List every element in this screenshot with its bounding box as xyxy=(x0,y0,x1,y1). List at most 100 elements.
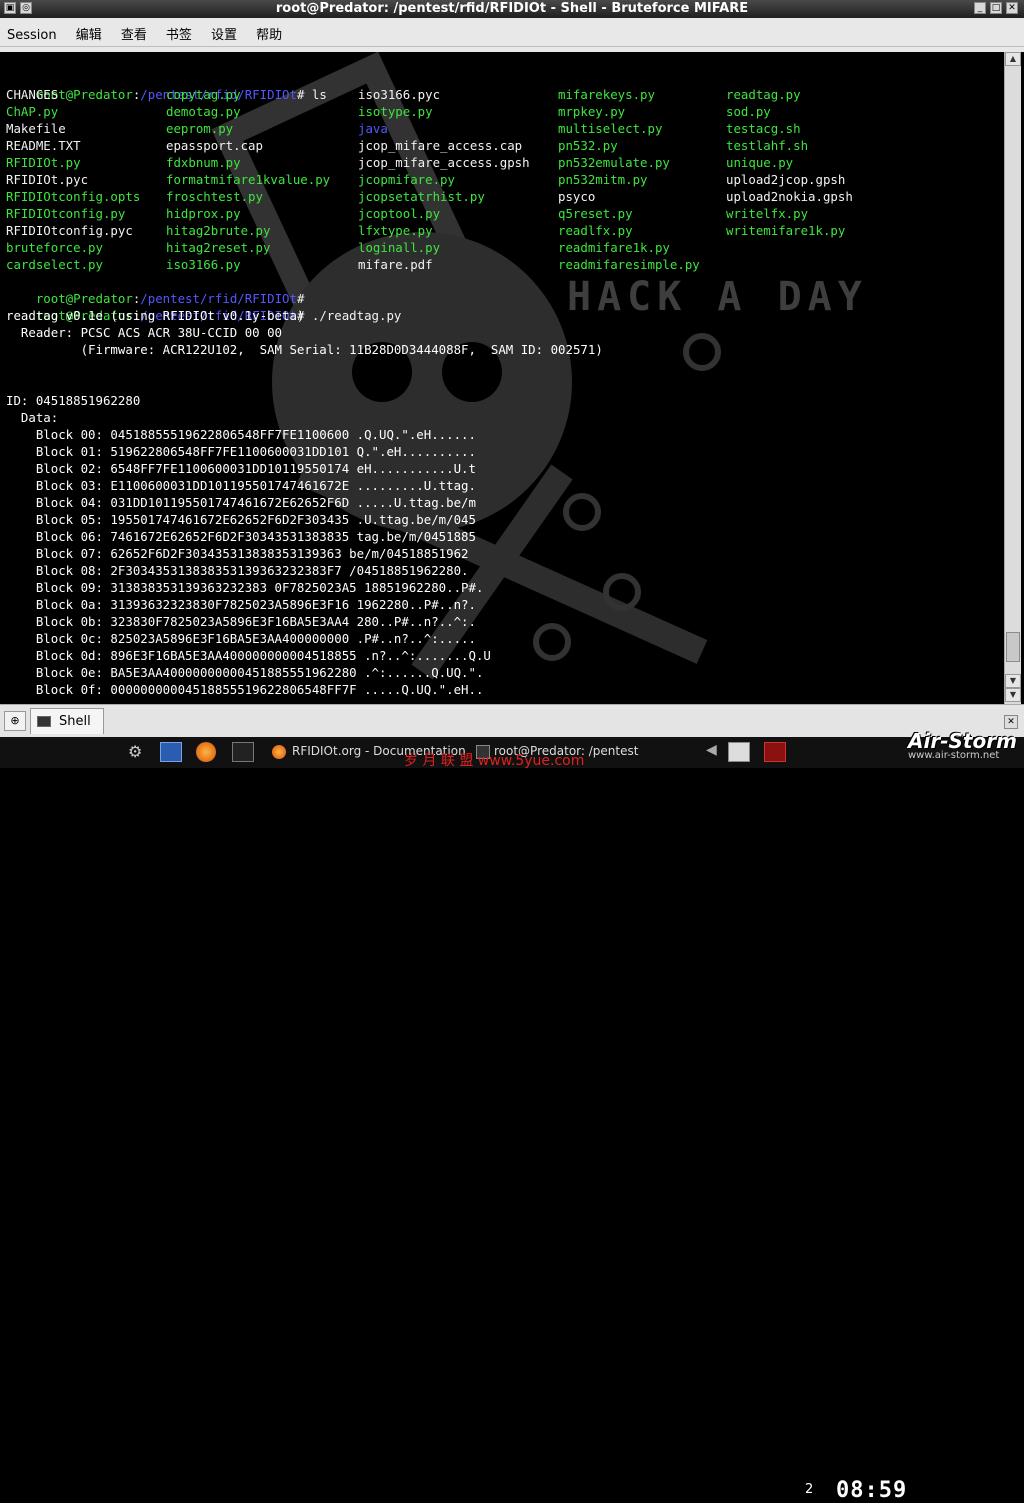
ls-entry: formatmifare1kvalue.py xyxy=(166,172,331,187)
output-line: Block 0e: BA5E3AA40000000000451885551962… xyxy=(6,665,484,680)
tab-label: Shell xyxy=(59,714,91,729)
ls-entry: pn532mitm.py xyxy=(558,172,648,187)
kmenu-icon[interactable]: ⚙ xyxy=(128,742,150,762)
ls-entry: RFIDIOt.pyc xyxy=(6,172,89,187)
ls-entry: epassport.cap xyxy=(166,138,263,153)
wallpaper-pad xyxy=(683,333,721,371)
terminal-launcher-icon[interactable] xyxy=(232,742,254,762)
ls-entry: jcopmifare.py xyxy=(358,172,455,187)
ls-entry: mifare.pdf xyxy=(358,257,433,272)
network-icon[interactable] xyxy=(728,742,750,762)
ls-entry: jcop_mifare_access.cap xyxy=(358,138,523,153)
output-line: Reader: PCSC ACS ACR 38U-CCID 00 00 xyxy=(6,325,283,340)
ls-entry: readmifaresimple.py xyxy=(558,257,700,272)
menu-view[interactable]: 查看 xyxy=(114,18,154,43)
ls-entry: multiselect.py xyxy=(558,121,663,136)
output-line: Block 00: 04518855519622806548FF7FE11006… xyxy=(6,427,476,442)
ls-entry: cardselect.py xyxy=(6,257,103,272)
output-line: Block 05: 195501747461672E62652F6D2F3034… xyxy=(6,512,476,527)
menu-edit[interactable]: 编辑 xyxy=(69,18,109,43)
session-tab-bar: ⊕ Shell ✕ xyxy=(0,704,1024,737)
scroll-down-icon[interactable]: ▼ xyxy=(1005,688,1021,702)
desktop-icon[interactable] xyxy=(160,742,182,762)
ls-entry: jcopsetatrhist.py xyxy=(358,189,485,204)
ls-entry: jcop_mifare_access.gpsh xyxy=(358,155,530,170)
ls-entry: upload2jcop.gpsh xyxy=(726,172,846,187)
firefox-icon[interactable] xyxy=(196,742,216,762)
tray-app-icon[interactable] xyxy=(764,742,786,762)
output-line: ID: 04518851962280 xyxy=(6,393,141,408)
watermark-cn: 岁 月 联 盟 www.5yue.com xyxy=(404,753,585,769)
ls-entry: mifarekeys.py xyxy=(558,87,655,102)
terminal-scrollbar[interactable]: ▲ ▼ ▼ xyxy=(1004,52,1021,704)
output-line: Block 06: 7461672E62652F6D2F303435313838… xyxy=(6,529,476,544)
ls-entry: readmifare1k.py xyxy=(558,240,670,255)
ls-entry: mrpkey.py xyxy=(558,104,626,119)
ls-entry: iso3166.py xyxy=(166,257,241,272)
minimize-icon[interactable]: _ xyxy=(974,2,986,14)
maximize-icon[interactable]: □ xyxy=(990,2,1002,14)
ls-entry: hitag2reset.py xyxy=(166,240,271,255)
ls-entry: RFIDIOtconfig.opts xyxy=(6,189,141,204)
ls-entry: q5reset.py xyxy=(558,206,633,221)
ls-entry: java xyxy=(358,121,388,136)
menu-settings[interactable]: 设置 xyxy=(204,18,244,43)
output-line: Block 03: E1100600031DD10119550174746167… xyxy=(6,478,476,493)
output-line: Block 02: 6548FF7FE1100600031DD101195501… xyxy=(6,461,476,476)
workspace-switcher[interactable]: 2 xyxy=(805,1482,813,1497)
watermark-url: www.air-storm.net xyxy=(908,750,1000,761)
arrow-left-icon[interactable]: ◀ xyxy=(706,742,728,762)
terminal-view[interactable]: HACK A DAY root@Predator:/pentest/rfid/R… xyxy=(2,52,1002,704)
scroll-up-icon[interactable]: ▲ xyxy=(1005,52,1021,66)
tab-shell[interactable]: Shell xyxy=(30,708,104,734)
output-line: Block 08: 2F303435313838353139363232383F… xyxy=(6,563,469,578)
ls-entry: testlahf.sh xyxy=(726,138,809,153)
menu-session[interactable]: Session xyxy=(0,22,64,43)
wallpaper-logo-text: HACK A DAY xyxy=(567,274,868,320)
ls-entry: README.TXT xyxy=(6,138,81,153)
menu-bookmarks[interactable]: 书签 xyxy=(159,18,199,43)
ls-entry: pn532.py xyxy=(558,138,618,153)
output-line: Block 01: 519622806548FF7FE1100600031DD1… xyxy=(6,444,476,459)
ls-column: readtag.py sod.py testacg.sh testlahf.sh uni… xyxy=(726,86,853,239)
menu-help[interactable]: 帮助 xyxy=(249,18,289,43)
scroll-down-icon[interactable]: ▼ xyxy=(1005,674,1021,688)
ls-column: copytag.py demotag.py eeprom.py epassport.c… xyxy=(166,86,330,273)
ls-entry: CHANGES xyxy=(6,87,59,102)
ls-entry: RFIDIOtconfig.pyc xyxy=(6,223,133,238)
terminal-icon xyxy=(37,716,51,727)
output-line: Block 04: 031DD101195501747461672E62652F… xyxy=(6,495,476,510)
ls-entry: RFIDIOtconfig.py xyxy=(6,206,126,221)
ls-entry: jcoptool.py xyxy=(358,206,441,221)
output-line: Block 0f: 00000000004518855519622806548F… xyxy=(6,682,484,697)
close-tab-icon[interactable]: ✕ xyxy=(1004,715,1018,729)
ls-entry: copytag.py xyxy=(166,87,241,102)
output-line: Block 07: 62652F6D2F30343531383835313936… xyxy=(6,546,469,561)
readtag-output: readtag v0.1e (using RFIDIOt v0.1y-beta)… xyxy=(6,307,603,698)
ls-entry: writelfx.py xyxy=(726,206,809,221)
new-tab-icon[interactable]: ⊕ xyxy=(4,711,26,731)
ls-entry: fdxbnum.py xyxy=(166,155,241,170)
title-bar: ▣ ◎ root@Predator: /pentest/rfid/RFIDIOt… xyxy=(0,0,1024,18)
close-icon[interactable]: ✕ xyxy=(1006,2,1018,14)
ls-entry: RFIDIOt.py xyxy=(6,155,81,170)
output-line: (Firmware: ACR122U102, SAM Serial: 11B28… xyxy=(6,342,603,357)
ls-entry: froschtest.py xyxy=(166,189,263,204)
output-line: Block 0a: 31393632323830F7825023A5896E3F… xyxy=(6,597,476,612)
ls-entry: readtag.py xyxy=(726,87,801,102)
ls-entry: hidprox.py xyxy=(166,206,241,221)
ls-column: iso3166.pyc isotype.py java jcop_mifare_acc… xyxy=(358,86,530,273)
ls-entry: loginall.py xyxy=(358,240,441,255)
ls-entry: testacg.sh xyxy=(726,121,801,136)
menu-bar: Session 编辑 查看 书签 设置 帮助 xyxy=(0,18,1024,47)
ls-entry: pn532emulate.py xyxy=(558,155,670,170)
firefox-task-icon xyxy=(272,745,286,759)
ls-entry: psyco xyxy=(558,189,596,204)
scroll-thumb[interactable] xyxy=(1006,632,1020,662)
ls-entry: eeprom.py xyxy=(166,121,234,136)
clock[interactable]: 08:59 xyxy=(836,1478,907,1503)
output-line: Data: xyxy=(6,410,59,425)
ls-column: mifarekeys.py mrpkey.py multiselect.py pn53… xyxy=(558,86,700,273)
